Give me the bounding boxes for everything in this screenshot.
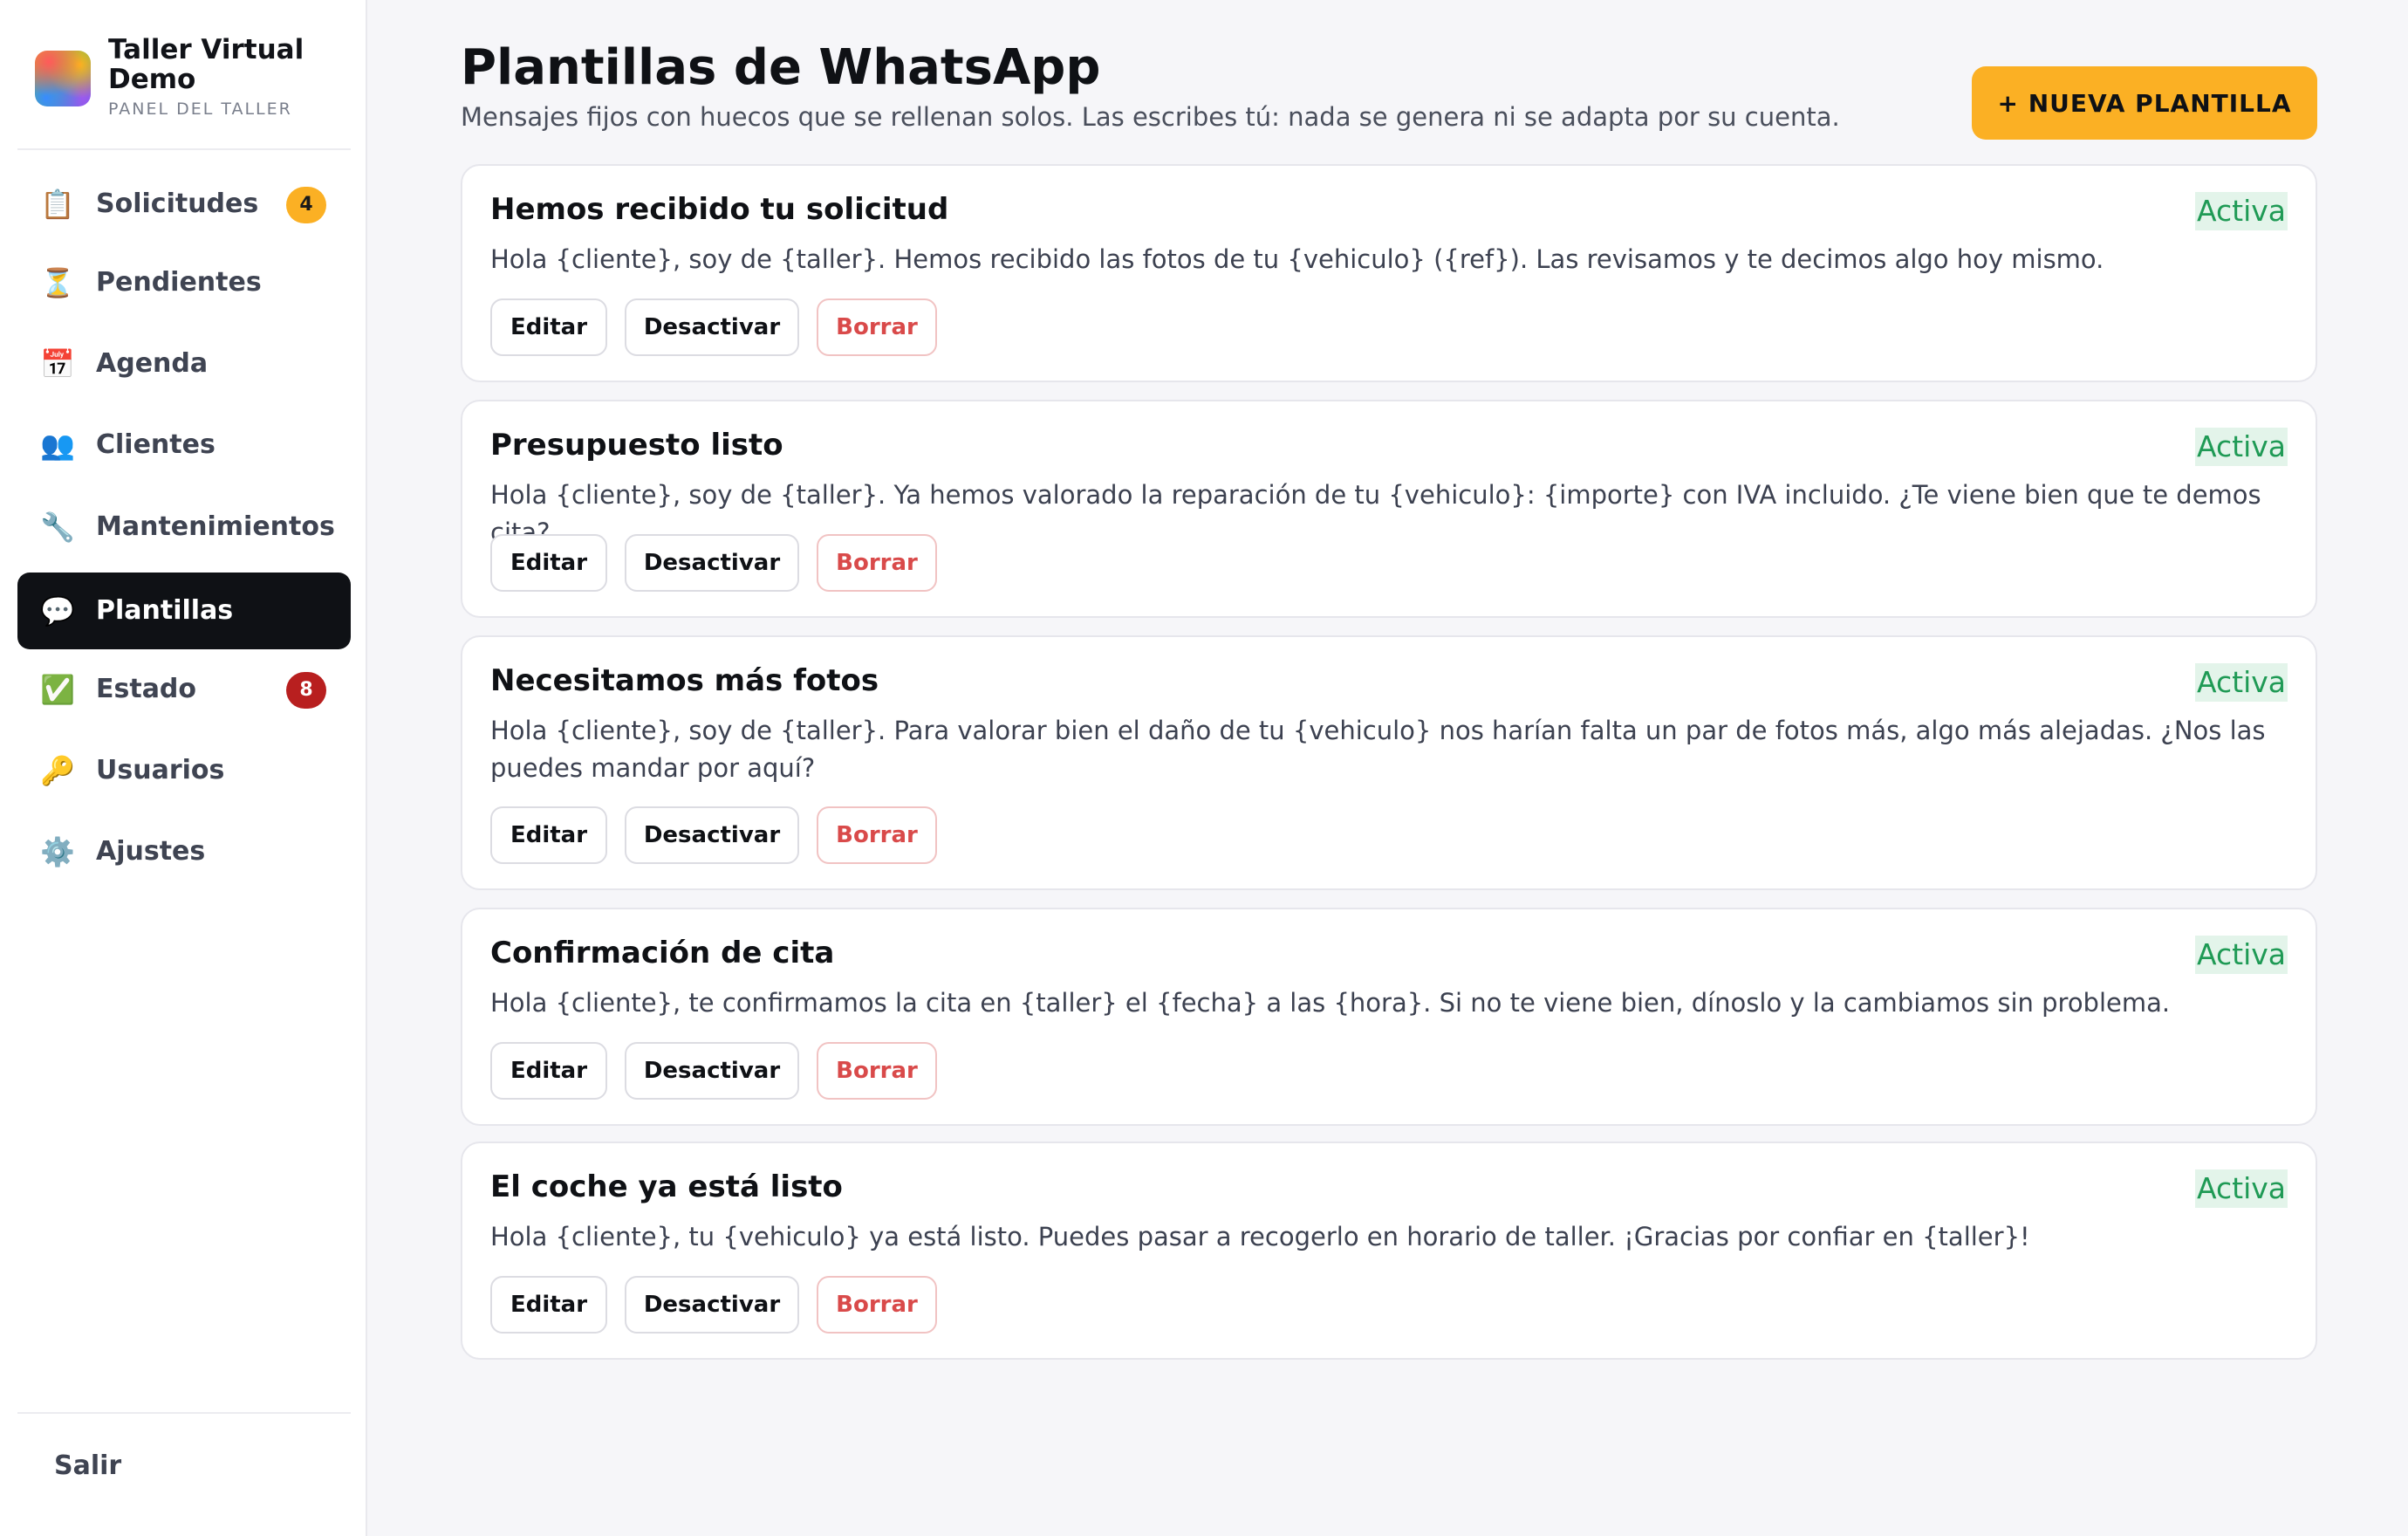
template-body: Hola {cliente}, soy de {taller}. Para va… bbox=[490, 716, 2266, 783]
sidebar-item-solicitudes[interactable]: 📋 Solicitudes 4 bbox=[17, 166, 351, 243]
sidebar-item-label: Usuarios bbox=[96, 755, 225, 785]
edit-button[interactable]: Editar bbox=[490, 534, 607, 592]
brand-subtitle: PANEL DEL TALLER bbox=[108, 99, 292, 119]
hourglass-icon: ⏳ bbox=[40, 266, 75, 299]
brand-name: Taller Virtual Demo bbox=[108, 34, 304, 95]
template-title: Confirmación de cita bbox=[490, 936, 835, 970]
sidebar-item-label: Agenda bbox=[96, 348, 209, 379]
wrench-icon: 🔧 bbox=[40, 511, 75, 544]
template-title: Hemos recibido tu solicitud bbox=[490, 192, 949, 227]
count-badge: 8 bbox=[286, 672, 326, 709]
status-badge: Activa bbox=[2195, 428, 2288, 466]
status-badge: Activa bbox=[2195, 1169, 2288, 1208]
edit-button[interactable]: Editar bbox=[490, 298, 607, 356]
count-badge: 4 bbox=[286, 187, 326, 223]
template-card: Hemos recibido tu solicitud Activa Hola … bbox=[461, 164, 2317, 382]
template-card: Necesitamos más fotos Activa Hola {clien… bbox=[461, 635, 2317, 890]
sidebar-item-label: Solicitudes bbox=[96, 189, 259, 219]
template-title: Presupuesto listo bbox=[490, 428, 783, 463]
app-logo bbox=[35, 51, 91, 106]
calendar-icon: 📅 bbox=[40, 347, 75, 381]
sidebar-item-label: Estado bbox=[96, 674, 197, 704]
delete-button[interactable]: Borrar bbox=[817, 1276, 937, 1334]
users-icon: 👥 bbox=[40, 429, 75, 462]
delete-button[interactable]: Borrar bbox=[817, 806, 937, 864]
sidebar-item-agenda[interactable]: 📅 Agenda bbox=[17, 326, 351, 402]
template-body: Hola {cliente}, soy de {taller}. Hemos r… bbox=[490, 244, 2104, 274]
template-card: Presupuesto listo Activa Hola {cliente},… bbox=[461, 400, 2317, 618]
page-subtitle: Mensajes fijos con huecos que se rellena… bbox=[461, 102, 1840, 132]
logout-link[interactable]: Salir bbox=[54, 1450, 121, 1481]
status-badge: Activa bbox=[2195, 936, 2288, 974]
sidebar-item-label: Plantillas bbox=[96, 595, 234, 626]
clipboard-icon: 📋 bbox=[40, 188, 75, 221]
template-title: Necesitamos más fotos bbox=[490, 663, 879, 698]
sidebar-item-label: Ajustes bbox=[96, 836, 206, 867]
sidebar-item-plantillas[interactable]: 💬 Plantillas bbox=[17, 573, 351, 649]
sidebar-item-ajustes[interactable]: ⚙️ Ajustes bbox=[17, 813, 351, 890]
edit-button[interactable]: Editar bbox=[490, 1276, 607, 1334]
sidebar-item-label: Clientes bbox=[96, 429, 215, 460]
status-badge: Activa bbox=[2195, 192, 2288, 230]
template-card: Confirmación de cita Activa Hola {client… bbox=[461, 908, 2317, 1126]
delete-button[interactable]: Borrar bbox=[817, 534, 937, 592]
sidebar-item-estado[interactable]: ✅ Estado 8 bbox=[17, 651, 351, 728]
sidebar: Taller Virtual Demo PANEL DEL TALLER 📋 S… bbox=[0, 0, 367, 1536]
gear-icon: ⚙️ bbox=[40, 835, 75, 868]
deactivate-button[interactable]: Desactivar bbox=[625, 298, 799, 356]
template-title: El coche ya está listo bbox=[490, 1169, 843, 1204]
deactivate-button[interactable]: Desactivar bbox=[625, 534, 799, 592]
new-template-button[interactable]: + NUEVA PLANTILLA bbox=[1972, 66, 2317, 140]
template-body: Hola {cliente}, tu {vehiculo} ya está li… bbox=[490, 1222, 2030, 1251]
page-title: Plantillas de WhatsApp bbox=[461, 39, 1101, 96]
sidebar-divider bbox=[17, 1412, 351, 1414]
deactivate-button[interactable]: Desactivar bbox=[625, 1042, 799, 1100]
key-icon: 🔑 bbox=[40, 754, 75, 787]
deactivate-button[interactable]: Desactivar bbox=[625, 1276, 799, 1334]
template-body: Hola {cliente}, te confirmamos la cita e… bbox=[490, 988, 2171, 1018]
delete-button[interactable]: Borrar bbox=[817, 298, 937, 356]
check-icon: ✅ bbox=[40, 673, 75, 706]
sidebar-item-usuarios[interactable]: 🔑 Usuarios bbox=[17, 732, 351, 809]
edit-button[interactable]: Editar bbox=[490, 1042, 607, 1100]
brand: Taller Virtual Demo PANEL DEL TALLER bbox=[35, 35, 349, 122]
sidebar-item-mantenimientos[interactable]: 🔧 Mantenimientos bbox=[17, 489, 351, 566]
sidebar-item-pendientes[interactable]: ⏳ Pendientes bbox=[17, 244, 351, 321]
speech-bubble-icon: 💬 bbox=[40, 594, 75, 627]
edit-button[interactable]: Editar bbox=[490, 806, 607, 864]
sidebar-item-label: Pendientes bbox=[96, 267, 262, 298]
status-badge: Activa bbox=[2195, 663, 2288, 702]
template-card: El coche ya está listo Activa Hola {clie… bbox=[461, 1142, 2317, 1360]
sidebar-item-label: Mantenimientos bbox=[96, 511, 335, 542]
sidebar-divider bbox=[17, 148, 351, 150]
deactivate-button[interactable]: Desactivar bbox=[625, 806, 799, 864]
delete-button[interactable]: Borrar bbox=[817, 1042, 937, 1100]
sidebar-item-clientes[interactable]: 👥 Clientes bbox=[17, 407, 351, 483]
